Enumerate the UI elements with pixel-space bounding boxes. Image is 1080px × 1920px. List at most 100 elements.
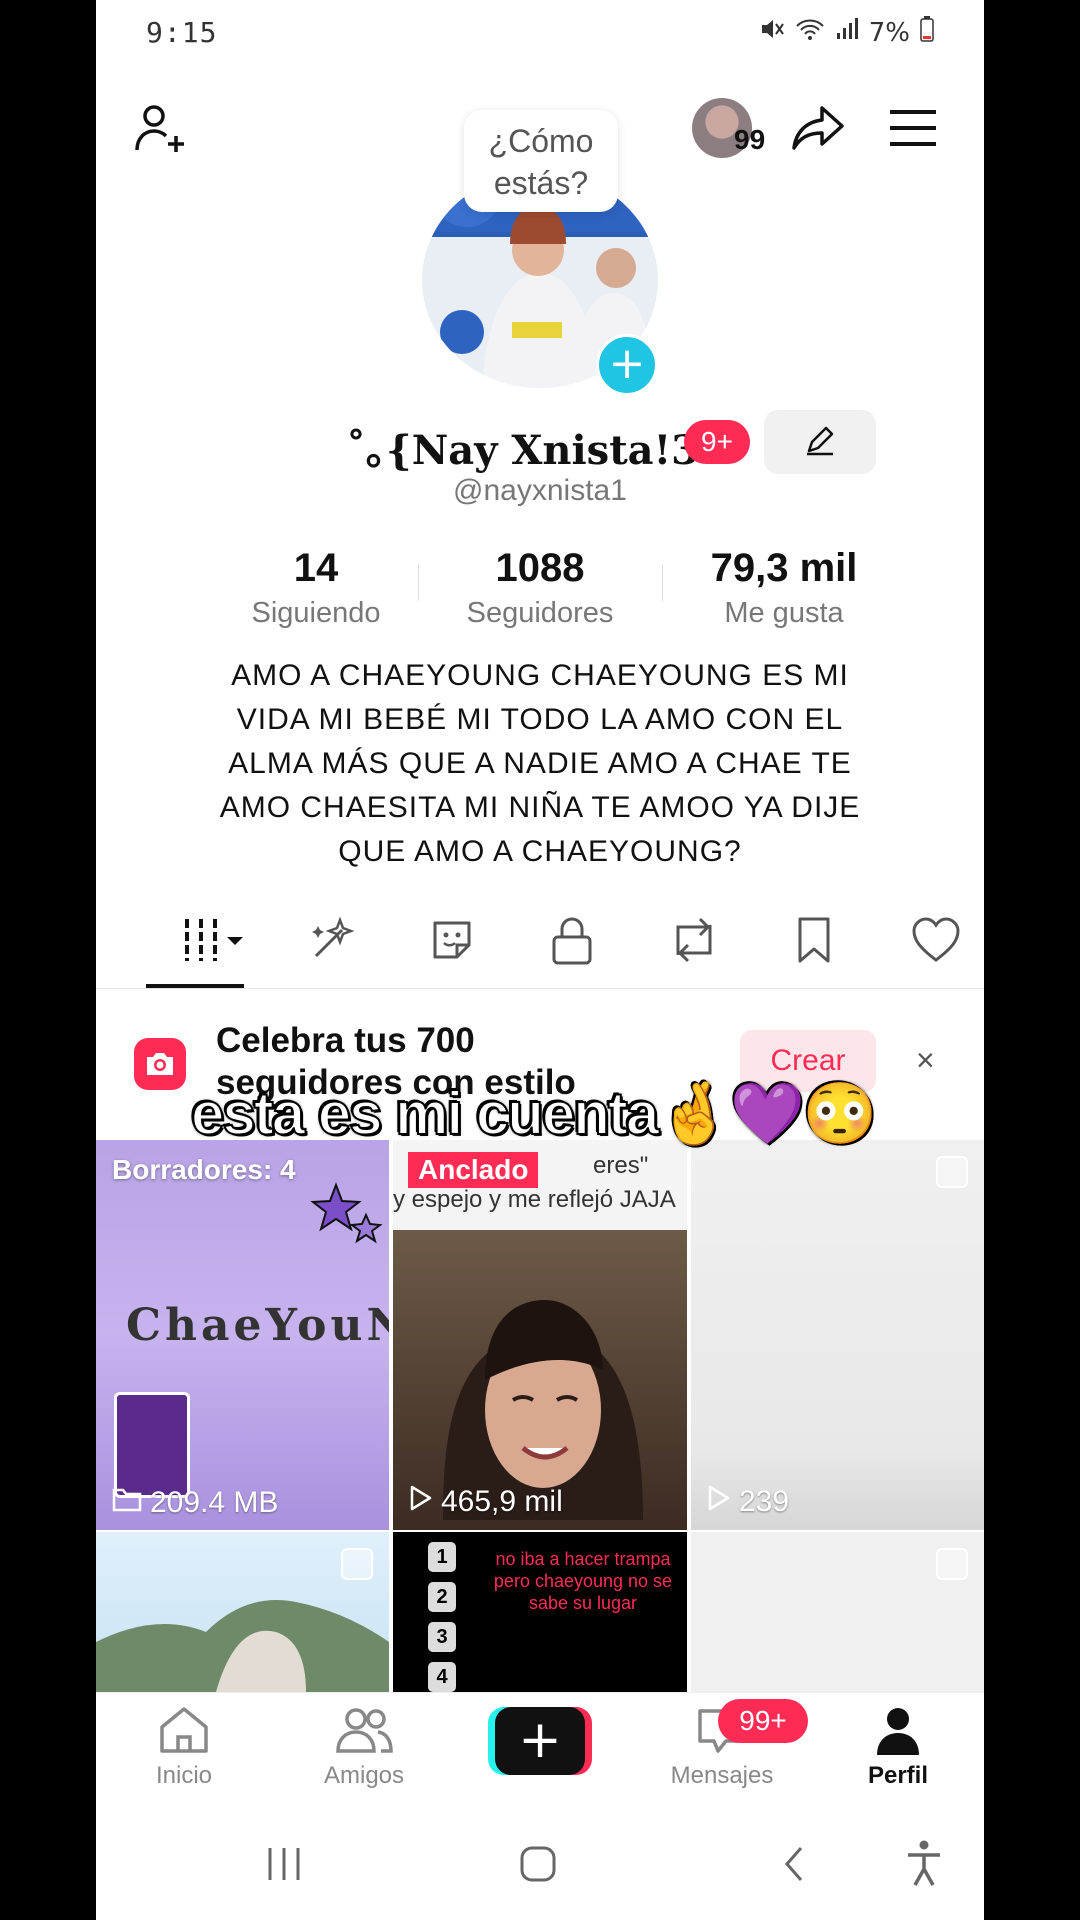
card-image <box>114 1392 190 1498</box>
add-friend-icon[interactable] <box>132 100 188 156</box>
nav-label: Mensajes <box>670 1762 774 1789</box>
nav-label: Perfil <box>867 1762 929 1789</box>
stat-value: 14 <box>293 546 339 590</box>
select-checkbox[interactable] <box>936 1548 968 1580</box>
accessibility-icon[interactable] <box>902 1838 946 1888</box>
landscape-image <box>96 1600 389 1692</box>
tab-reposts[interactable] <box>654 900 734 984</box>
rank-number: 3 <box>428 1622 456 1652</box>
edit-profile-button[interactable] <box>764 410 876 474</box>
views-count: 465,9 mil <box>409 1484 563 1520</box>
close-banner-icon[interactable]: × <box>916 1042 935 1079</box>
recent-apps-icon[interactable] <box>262 1842 306 1886</box>
bookmark-icon <box>794 915 834 970</box>
tab-stickers[interactable] <box>412 900 492 984</box>
share-icon[interactable] <box>788 98 848 158</box>
pinned-badge: Anclado <box>408 1152 539 1188</box>
battery-percent: 7% <box>868 17 910 48</box>
caption-sub: y espejo y me reflejó JAJA <box>393 1186 676 1213</box>
video-caption: no iba a hacer trampa pero chaeyoung no … <box>493 1549 673 1613</box>
menu-icon[interactable] <box>886 104 940 152</box>
nav-label: Amigos <box>323 1762 405 1789</box>
phone-screen: 9:15 7% 99 + ¿Cómo estás? ˚｡{Nay Xnista!… <box>96 0 984 1920</box>
drafts-size-text: 209.4 MB <box>150 1486 279 1519</box>
status-icons: 7% <box>759 16 934 49</box>
story-note-bubble[interactable]: ¿Cómo estás? <box>464 110 618 212</box>
plus-icon: + <box>495 1707 585 1775</box>
wifi-icon <box>795 17 825 48</box>
rank-number: 4 <box>428 1662 456 1692</box>
stat-label: Me gusta <box>724 597 844 629</box>
stat-following[interactable]: 14 Siguiendo <box>206 546 426 630</box>
video-tile[interactable]: 239 <box>691 1140 984 1530</box>
create-video-button[interactable]: + <box>488 1707 592 1775</box>
status-time: 9:15 <box>146 16 218 49</box>
views-count: 239 <box>707 1484 789 1520</box>
stat-divider <box>662 565 663 601</box>
overlay-caption: esta es mi cuenta🤞💜😳 <box>190 1079 878 1148</box>
home-icon <box>156 1707 212 1759</box>
profile-icon <box>873 1708 923 1759</box>
nav-friends[interactable]: Amigos <box>294 1705 434 1790</box>
rank-number: 2 <box>428 1582 456 1612</box>
name-badge[interactable]: 9+ <box>684 420 750 464</box>
tab-effects[interactable] <box>292 900 372 984</box>
camera-icon <box>134 1038 186 1090</box>
select-checkbox[interactable] <box>341 1548 373 1580</box>
system-nav-bar <box>96 1802 984 1920</box>
stat-likes[interactable]: 79,3 mil Me gusta <box>674 546 894 630</box>
tab-liked[interactable] <box>896 900 976 984</box>
profile-handle: @nayxnista1 <box>453 474 627 507</box>
content-tabs <box>146 900 984 990</box>
stat-label: Siguiendo <box>251 597 381 629</box>
views-text: 239 <box>739 1485 790 1518</box>
tab-favorites[interactable] <box>774 900 854 984</box>
caption-top: eres" <box>593 1152 649 1179</box>
stars-decoration <box>310 1182 383 1244</box>
video-tile[interactable]: 1 2 3 4 no iba a hacer trampa pero chaey… <box>393 1532 687 1692</box>
tabs-divider <box>96 988 984 989</box>
stat-divider <box>418 565 419 601</box>
messages-badge: 99+ <box>718 1699 808 1743</box>
stat-followers[interactable]: 1088 Seguidores <box>430 546 650 630</box>
add-story-button[interactable]: + <box>596 334 658 396</box>
nav-label: Inicio <box>155 1762 213 1789</box>
mute-icon <box>759 16 785 49</box>
stat-value: 79,3 mil <box>710 546 858 590</box>
profile-name: ˚｡{Nay Xnista!3 <box>346 427 699 474</box>
stat-label: Seguidores <box>466 597 614 629</box>
profile-bio: AMO A CHAEYOUNG CHAEYOUNG ES MI VIDA MI … <box>219 659 861 868</box>
signal-icon <box>835 17 859 48</box>
banner-line-1: Celebra tus 700 <box>216 1021 475 1060</box>
nav-profile[interactable]: Perfil <box>828 1705 968 1790</box>
friends-icon <box>334 1708 394 1759</box>
home-system-icon[interactable] <box>516 1842 560 1886</box>
inbox-icon <box>694 1709 750 1759</box>
chae-text: ChaeYouNg <box>126 1300 389 1351</box>
repost-icon <box>668 915 720 970</box>
rank-number: 1 <box>428 1542 456 1572</box>
video-tile[interactable] <box>691 1532 984 1692</box>
video-tile[interactable] <box>96 1532 389 1692</box>
video-tile-pinned[interactable]: eres" y espejo y me reflejó JAJA Anclado… <box>393 1140 687 1530</box>
battery-icon <box>920 16 934 49</box>
tab-videos[interactable] <box>166 900 266 984</box>
bottom-nav: Inicio Amigos + Mensajes 99+ Perfil <box>96 1692 984 1803</box>
drafts-size: 209.4 MB <box>112 1486 278 1520</box>
friends-count: 99 <box>734 124 766 155</box>
play-icon <box>707 1484 731 1520</box>
drafts-label: Borradores: 4 <box>112 1154 296 1185</box>
nav-home[interactable]: Inicio <box>114 1705 254 1790</box>
back-icon[interactable] <box>772 1842 816 1886</box>
tab-private[interactable] <box>532 900 612 984</box>
lock-icon <box>550 915 594 970</box>
pencil-icon <box>803 423 837 462</box>
sparkle-icon <box>306 914 358 971</box>
videos-icon <box>181 915 251 970</box>
views-text: 465,9 mil <box>441 1485 563 1518</box>
select-checkbox[interactable] <box>936 1156 968 1188</box>
drafts-tile[interactable]: Borradores: 4 ChaeYouNg 209.4 MB <box>96 1140 389 1530</box>
face-image <box>443 1300 643 1520</box>
sticker-icon <box>427 915 477 970</box>
heart-icon <box>910 916 962 969</box>
